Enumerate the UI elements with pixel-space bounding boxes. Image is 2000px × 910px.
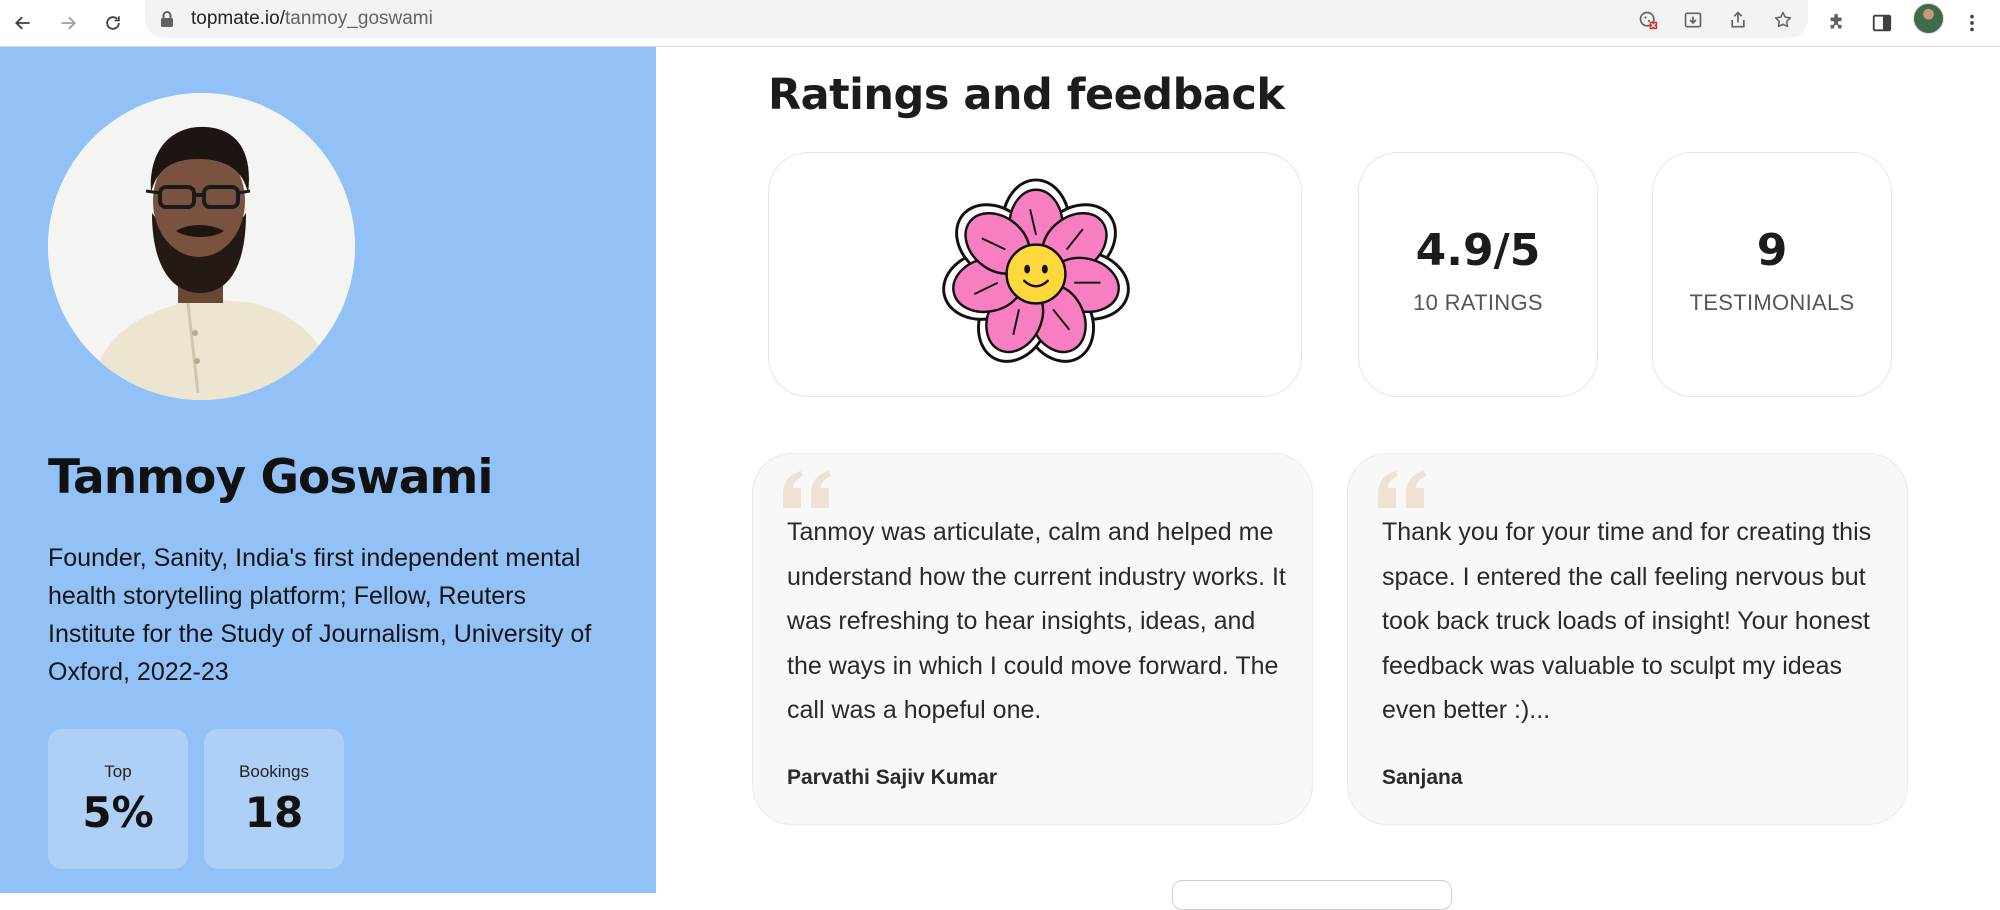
testimonial-author: Sanjana: [1382, 766, 1463, 789]
more-menu-icon[interactable]: [1957, 8, 1987, 38]
lock-icon[interactable]: [159, 10, 175, 28]
average-rating-card: 4.9/5 10 RATINGS: [1358, 152, 1598, 397]
smiling-flower-illustration: [942, 178, 1130, 363]
forward-arrow-icon[interactable]: [53, 8, 83, 38]
profile-bio: Founder, Sanity, India's first independe…: [48, 544, 592, 686]
stat-top-percent: Top 5%: [48, 729, 188, 869]
url-host: topmate.io/: [191, 8, 285, 29]
reload-icon[interactable]: [98, 8, 128, 38]
testimonial-text: Tanmoy was articulate, calm and helped m…: [787, 518, 1286, 724]
flower-card: [768, 152, 1302, 397]
rating-count-label: 10 RATINGS: [1413, 290, 1543, 315]
testimonials-count: 9: [1756, 225, 1788, 276]
profile-name: Tanmoy Goswami: [48, 450, 494, 505]
testimonial-text: Thank you for your time and for creating…: [1382, 518, 1872, 724]
testimonial-author: Parvathi Sajiv Kumar: [787, 766, 998, 789]
bookmark-star-icon[interactable]: [1771, 8, 1795, 32]
testimonial-card[interactable]: Tanmoy was articulate, calm and helped m…: [752, 453, 1313, 825]
share-icon[interactable]: [1726, 8, 1750, 32]
rating-score: 4.9/5: [1415, 225, 1541, 276]
stat-bookings: Bookings 18: [204, 729, 344, 869]
install-app-icon[interactable]: [1681, 8, 1705, 32]
side-panel-icon[interactable]: [1867, 8, 1897, 38]
blocked-cookies-icon[interactable]: [1636, 8, 1660, 32]
stat-value: 18: [244, 788, 304, 837]
testimonials-count-card: 9 TESTIMONIALS: [1652, 152, 1892, 397]
ratings-section-title: Ratings and feedback: [768, 70, 1285, 120]
profile-photo: [48, 93, 355, 400]
profile-sidebar: Tanmoy Goswami Founder, Sanity, India's …: [0, 47, 656, 893]
extensions-puzzle-icon[interactable]: [1822, 8, 1852, 38]
url-path: tanmoy_goswami: [285, 8, 433, 29]
testimonials-label: TESTIMONIALS: [1689, 290, 1855, 315]
quote-mark-icon: [783, 471, 831, 508]
testimonial-card[interactable]: Thank you for your time and for creating…: [1347, 453, 1908, 825]
browser-toolbar: topmate.io/tanmoy_goswami: [0, 0, 2000, 47]
stat-label: Top: [104, 762, 132, 781]
address-bar[interactable]: topmate.io/tanmoy_goswami: [145, 0, 1808, 38]
stat-value: 5%: [82, 788, 154, 837]
stat-label: Bookings: [239, 762, 309, 781]
back-arrow-icon[interactable]: [8, 8, 38, 38]
profile-avatar-icon[interactable]: [1913, 3, 1944, 34]
show-more-button[interactable]: [1172, 880, 1452, 910]
url-text[interactable]: topmate.io/tanmoy_goswami: [191, 8, 433, 30]
quote-mark-icon: [1378, 471, 1426, 508]
